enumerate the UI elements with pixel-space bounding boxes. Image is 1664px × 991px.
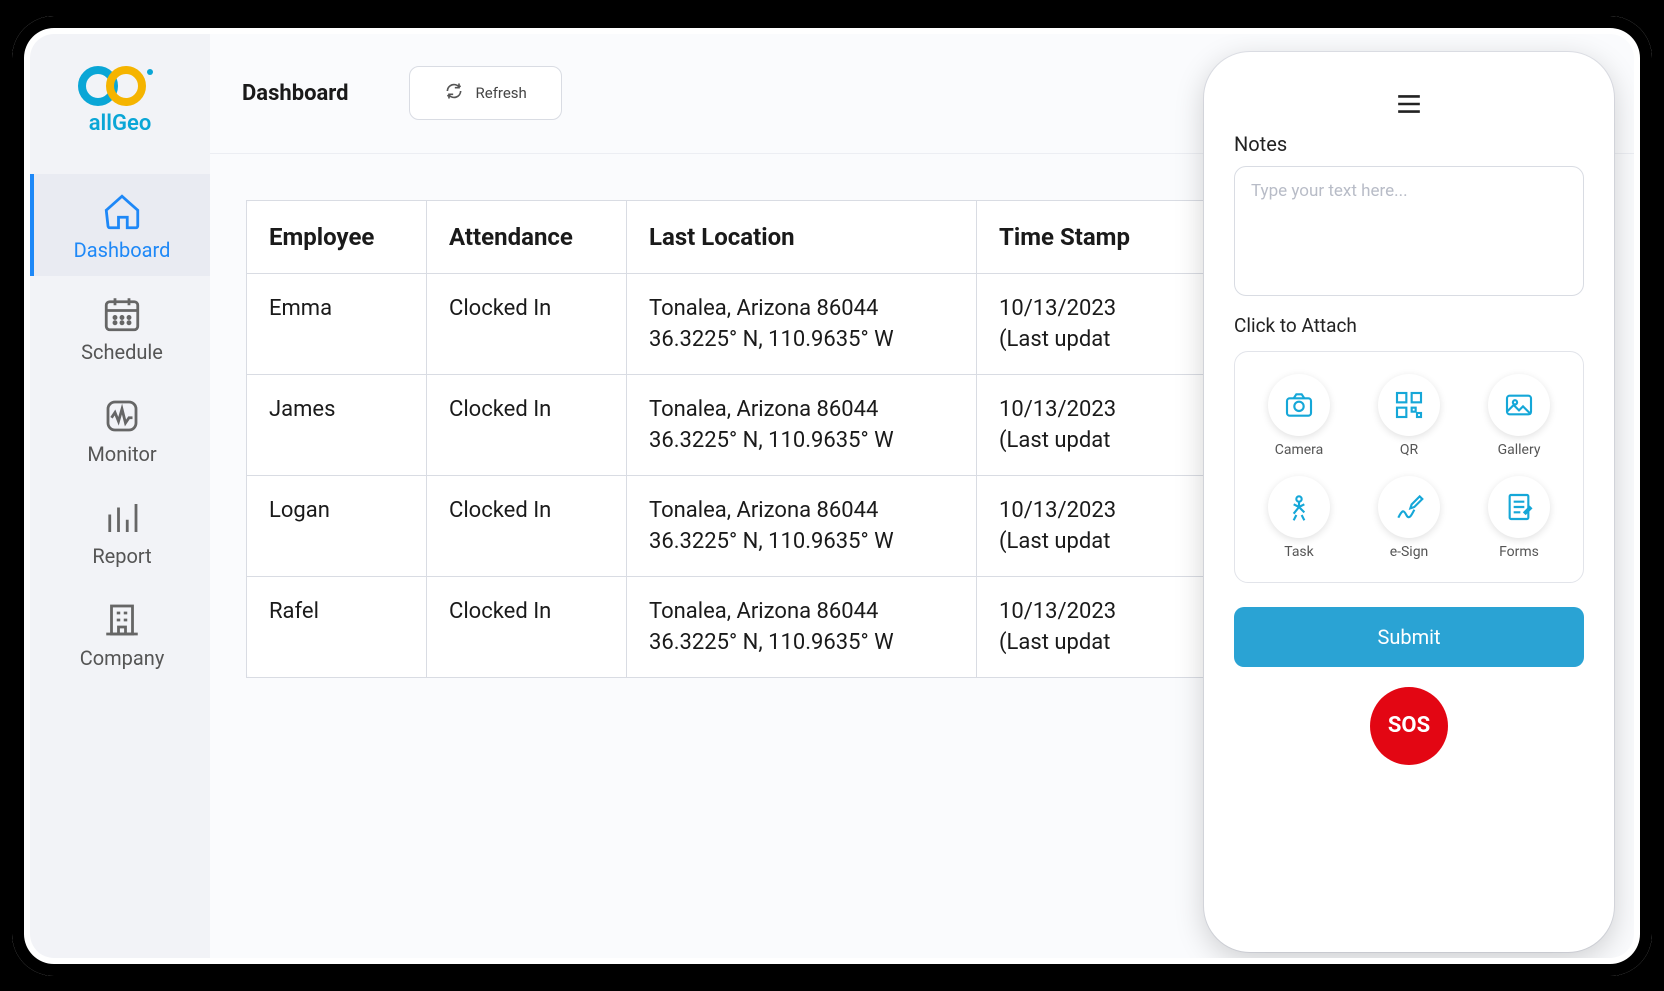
sidebar-item-label: Monitor bbox=[34, 442, 210, 466]
qr-icon bbox=[1378, 374, 1440, 436]
sidebar-item-dashboard[interactable]: Dashboard bbox=[30, 174, 210, 276]
notes-input[interactable]: Type your text here... bbox=[1234, 166, 1584, 296]
attach-item-label: Forms bbox=[1499, 544, 1539, 560]
calendar-icon bbox=[34, 294, 210, 334]
cell-location: Tonalea, Arizona 8604436.3225° N, 110.96… bbox=[627, 273, 977, 374]
attach-item-task[interactable]: Task bbox=[1268, 476, 1330, 560]
col-attendance: Attendance bbox=[427, 200, 627, 273]
notes-heading: Notes bbox=[1234, 132, 1584, 156]
report-icon bbox=[34, 498, 210, 538]
notes-placeholder-text: Type your text here... bbox=[1251, 181, 1408, 201]
esign-icon bbox=[1378, 476, 1440, 538]
hamburger-icon bbox=[1396, 94, 1422, 114]
col-employee: Employee bbox=[247, 200, 427, 273]
page-title: Dashboard bbox=[242, 81, 349, 106]
cell-employee: James bbox=[247, 374, 427, 475]
forms-icon bbox=[1488, 476, 1550, 538]
cell-location: Tonalea, Arizona 8604436.3225° N, 110.96… bbox=[627, 475, 977, 576]
attach-panel: Camera QR Gallery Task e-Sign Forms bbox=[1234, 351, 1584, 583]
sidebar-item-report[interactable]: Report bbox=[30, 480, 210, 582]
sidebar-item-label: Company bbox=[34, 646, 210, 670]
attach-item-gallery[interactable]: Gallery bbox=[1488, 374, 1550, 458]
cell-attendance: Clocked In bbox=[427, 273, 627, 374]
cell-attendance: Clocked In bbox=[427, 475, 627, 576]
hamburger-menu-button[interactable] bbox=[1234, 94, 1584, 114]
attach-item-camera[interactable]: Camera bbox=[1268, 374, 1330, 458]
cell-attendance: Clocked In bbox=[427, 374, 627, 475]
gallery-icon bbox=[1488, 374, 1550, 436]
camera-icon bbox=[1268, 374, 1330, 436]
sidebar-item-label: Report bbox=[34, 544, 210, 568]
cell-employee: Emma bbox=[247, 273, 427, 374]
home-icon bbox=[34, 192, 210, 232]
cell-employee: Rafel bbox=[247, 576, 427, 677]
refresh-button[interactable]: Refresh bbox=[409, 66, 562, 120]
sos-button[interactable]: SOS bbox=[1370, 687, 1448, 765]
attach-item-label: Task bbox=[1284, 544, 1314, 560]
attach-item-label: Gallery bbox=[1498, 442, 1541, 458]
sidebar-item-company[interactable]: Company bbox=[30, 582, 210, 684]
allgeo-logo-icon: allGeo bbox=[70, 62, 170, 142]
submit-button[interactable]: Submit bbox=[1234, 607, 1584, 667]
attach-item-esign[interactable]: e-Sign bbox=[1378, 476, 1440, 560]
task-icon bbox=[1268, 476, 1330, 538]
attach-item-label: QR bbox=[1400, 442, 1418, 458]
sidebar-item-label: Schedule bbox=[34, 340, 210, 364]
refresh-label: Refresh bbox=[476, 84, 527, 102]
col-last-location: Last Location bbox=[627, 200, 977, 273]
cell-location: Tonalea, Arizona 8604436.3225° N, 110.96… bbox=[627, 576, 977, 677]
sidebar-item-schedule[interactable]: Schedule bbox=[30, 276, 210, 378]
brand-logo: allGeo bbox=[70, 44, 170, 174]
svg-text:allGeo: allGeo bbox=[89, 111, 152, 136]
cell-attendance: Clocked In bbox=[427, 576, 627, 677]
cell-location: Tonalea, Arizona 8604436.3225° N, 110.96… bbox=[627, 374, 977, 475]
company-icon bbox=[34, 600, 210, 640]
attach-item-label: e-Sign bbox=[1390, 544, 1429, 560]
attach-item-label: Camera bbox=[1275, 442, 1324, 458]
cell-employee: Logan bbox=[247, 475, 427, 576]
sidebar-item-label: Dashboard bbox=[34, 238, 210, 262]
mobile-preview: Notes Type your text here... Click to At… bbox=[1204, 52, 1614, 952]
sidebar-item-monitor[interactable]: Monitor bbox=[30, 378, 210, 480]
attach-item-qr[interactable]: QR bbox=[1378, 374, 1440, 458]
monitor-icon bbox=[34, 396, 210, 436]
attach-heading: Click to Attach bbox=[1234, 314, 1584, 337]
refresh-icon bbox=[444, 81, 464, 105]
attach-item-forms[interactable]: Forms bbox=[1488, 476, 1550, 560]
sidebar: allGeo Dashboard Schedule Monitor bbox=[30, 34, 210, 958]
